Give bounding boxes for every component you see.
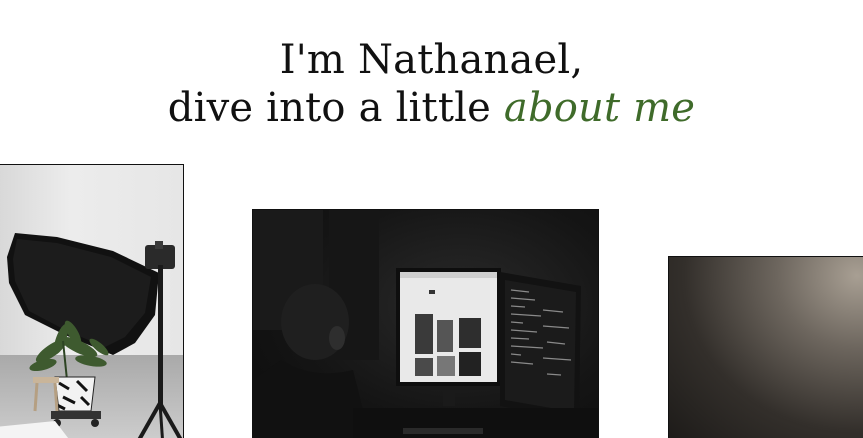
hero-line-2-prefix: dive into a little (167, 85, 504, 131)
about-page: I'm Nathanael, dive into a little about … (0, 0, 863, 438)
desk-monitors-photo (252, 209, 599, 438)
left-monitor (396, 268, 501, 406)
hero-line-2: dive into a little about me (0, 84, 863, 132)
light-stand-pole (158, 265, 163, 405)
right-monitor (500, 272, 581, 420)
plant-dolly (51, 411, 101, 419)
studio-scene-illustration (0, 233, 183, 438)
abstract-gradient-photo (668, 256, 863, 438)
hero-heading: I'm Nathanael, dive into a little about … (0, 36, 863, 132)
hero-line-1: I'm Nathanael, (279, 37, 584, 83)
desk-scene-illustration (253, 210, 598, 438)
hero-accent-about-me: about me (503, 85, 696, 131)
studio-light-photo (0, 164, 184, 438)
stool (33, 377, 59, 383)
